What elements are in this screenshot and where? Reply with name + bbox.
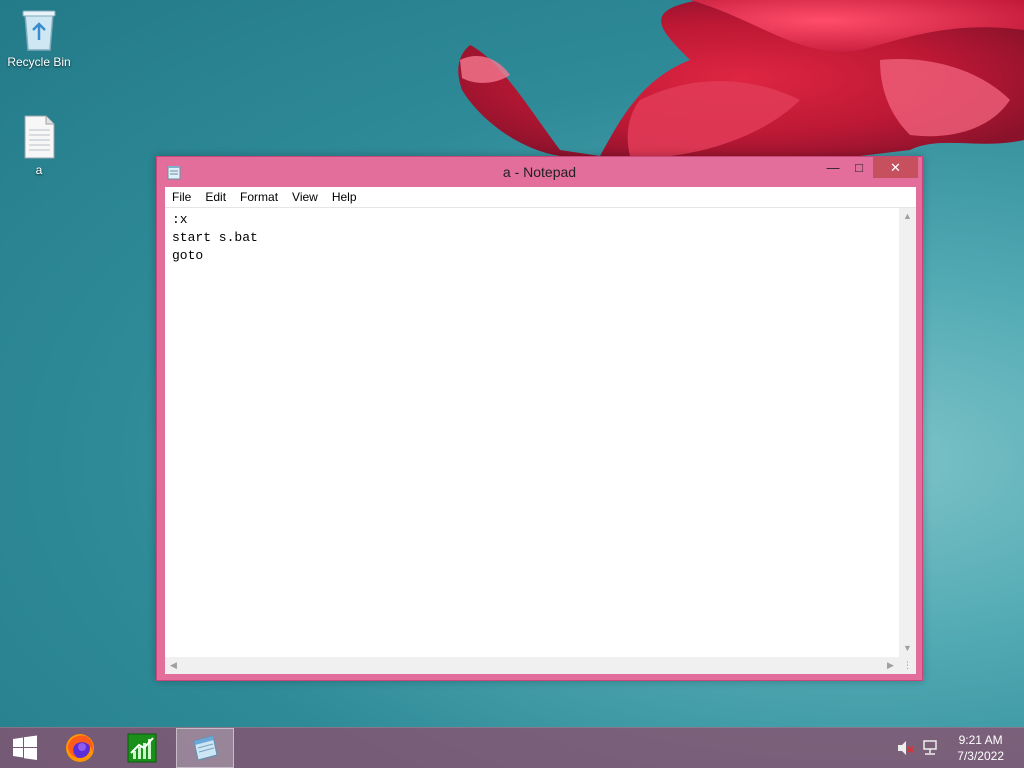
text-line: start s.bat bbox=[172, 230, 258, 245]
vertical-scrollbar[interactable]: ▲ ▼ bbox=[899, 208, 916, 657]
network-button[interactable] bbox=[919, 728, 943, 768]
scroll-up-icon[interactable]: ▲ bbox=[899, 208, 916, 225]
menu-edit[interactable]: Edit bbox=[198, 187, 233, 208]
editor-area[interactable]: :x start s.bat goto ▲ ▼ ◀ ▶ ⋮ bbox=[165, 208, 916, 674]
menu-bar: File Edit Format View Help bbox=[165, 187, 916, 208]
network-icon bbox=[923, 740, 937, 755]
title-bar[interactable]: a - Notepad — □ ✕ bbox=[157, 157, 922, 187]
desktop-icon-recycle-bin[interactable]: Recycle Bin bbox=[1, 6, 77, 69]
notepad-icon bbox=[193, 735, 218, 761]
firefox-icon bbox=[66, 734, 94, 762]
text-line: goto bbox=[172, 248, 204, 263]
desktop-icon-label: a bbox=[35, 163, 43, 177]
text-content[interactable]: :x start s.bat goto bbox=[165, 208, 899, 657]
windows-start-icon bbox=[13, 735, 37, 760]
maximize-button[interactable]: □ bbox=[847, 157, 871, 178]
minimize-button[interactable]: — bbox=[821, 157, 845, 178]
scroll-left-icon[interactable]: ◀ bbox=[165, 657, 182, 674]
desktop-icon-text-file[interactable]: a bbox=[1, 114, 77, 177]
clock-time: 9:21 AM bbox=[958, 733, 1003, 747]
scroll-right-icon[interactable]: ▶ bbox=[882, 657, 899, 674]
menu-help[interactable]: Help bbox=[325, 187, 364, 208]
notepad-window[interactable]: a - Notepad — □ ✕ File Edit Format View … bbox=[156, 156, 923, 681]
text-line: :x bbox=[172, 212, 188, 227]
recycle-bin-icon bbox=[19, 6, 59, 52]
menu-file[interactable]: File bbox=[165, 187, 198, 208]
desktop-icon-label: Recycle Bin bbox=[7, 55, 71, 69]
scroll-down-icon[interactable]: ▼ bbox=[899, 640, 916, 657]
menu-view[interactable]: View bbox=[285, 187, 325, 208]
minimize-icon: — bbox=[826, 160, 840, 175]
menu-format[interactable]: Format bbox=[233, 187, 285, 208]
horizontal-scrollbar[interactable]: ◀ ▶ bbox=[165, 657, 899, 674]
volume-button[interactable] bbox=[894, 728, 918, 768]
taskbar-task-manager[interactable] bbox=[117, 728, 167, 768]
close-icon: ✕ bbox=[890, 160, 901, 175]
text-file-icon bbox=[19, 114, 59, 160]
resize-grip-icon[interactable]: ⋮ bbox=[899, 657, 916, 674]
taskbar-firefox[interactable] bbox=[55, 728, 105, 768]
close-button[interactable]: ✕ bbox=[873, 157, 918, 178]
taskbar: 9:21 AM 7/3/2022 bbox=[0, 727, 1024, 768]
window-title: a - Notepad bbox=[502, 164, 577, 180]
maximize-icon: □ bbox=[855, 160, 863, 175]
volume-muted-icon bbox=[898, 741, 914, 755]
clock-date: 7/3/2022 bbox=[957, 749, 1004, 763]
task-manager-icon bbox=[127, 733, 157, 763]
taskbar-notepad[interactable] bbox=[176, 728, 234, 768]
taskbar-clock[interactable]: 9:21 AM 7/3/2022 bbox=[957, 732, 1004, 764]
start-button[interactable] bbox=[0, 728, 50, 768]
